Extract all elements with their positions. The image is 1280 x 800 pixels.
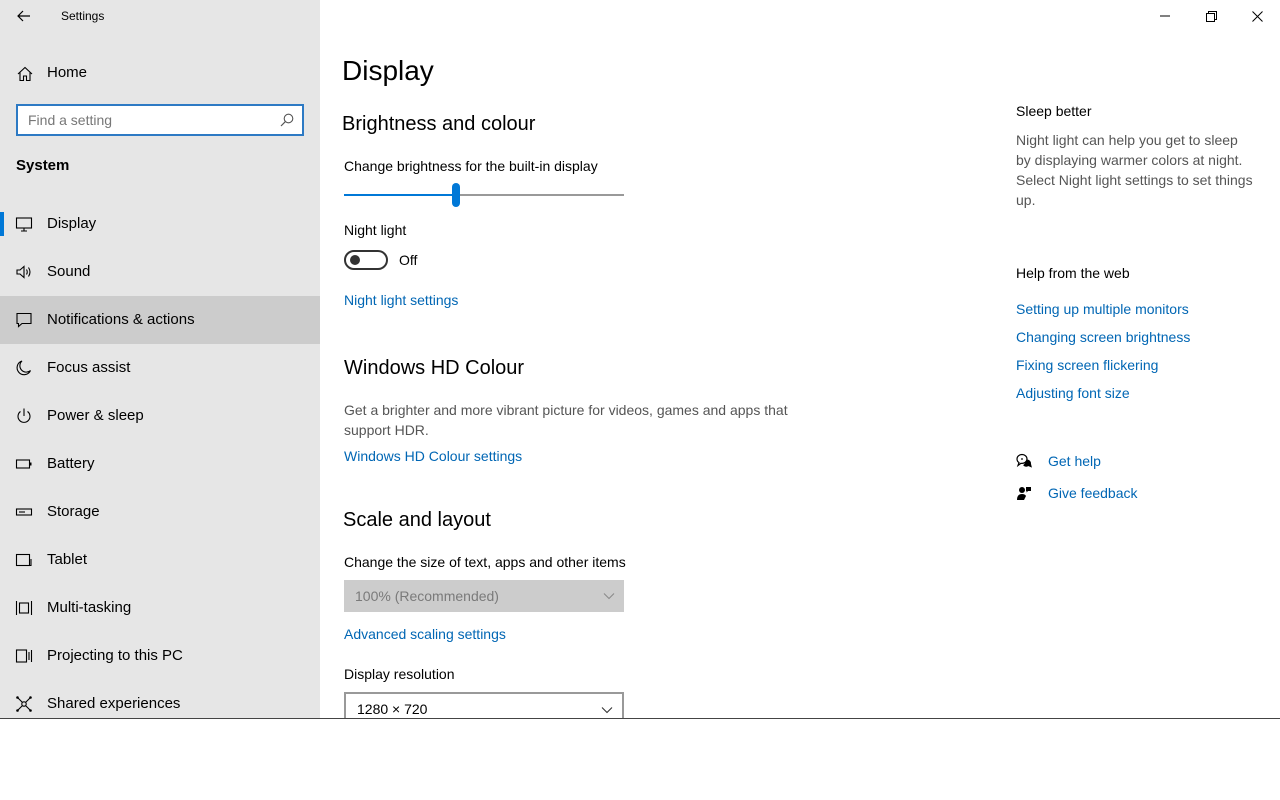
sleep-better-heading: Sleep better bbox=[1016, 103, 1092, 119]
app-title: Settings bbox=[61, 9, 105, 23]
get-help-link[interactable]: Get help bbox=[1016, 452, 1136, 474]
sleep-better-description: Night light can help you get to sleep by… bbox=[1016, 132, 1253, 208]
brightness-heading: Brightness and colour bbox=[342, 113, 536, 135]
sidebar-item-label: Shared experiences bbox=[47, 695, 181, 712]
toggle-knob bbox=[350, 255, 360, 265]
close-button[interactable] bbox=[1234, 0, 1280, 32]
page-title: Display bbox=[342, 55, 434, 86]
scale-label: Change the size of text, apps and other … bbox=[344, 554, 626, 570]
sidebar-item-tablet[interactable]: Tablet bbox=[0, 536, 320, 584]
sidebar-item-label: Home bbox=[47, 64, 88, 81]
sidebar-item-label: Display bbox=[47, 215, 97, 232]
scale-dropdown[interactable]: 100% (Recommended) bbox=[344, 580, 624, 612]
search-input[interactable] bbox=[18, 106, 268, 134]
help-web-heading: Help from the web bbox=[1016, 265, 1130, 281]
slider-thumb[interactable] bbox=[452, 183, 460, 207]
slider-track-filled bbox=[344, 194, 456, 196]
sidebar-item-label: Sound bbox=[47, 263, 91, 280]
shared-icon bbox=[16, 696, 32, 712]
slider-track-empty bbox=[456, 194, 624, 196]
minimize-icon bbox=[1160, 15, 1170, 17]
get-help-label: Get help bbox=[1048, 453, 1101, 469]
sidebar-item-multitasking[interactable]: Multi-tasking bbox=[0, 584, 320, 632]
help-link-font-size[interactable]: Adjusting font size bbox=[1016, 385, 1130, 401]
hdr-description: Get a brighter and more vibrant picture … bbox=[344, 402, 788, 438]
brightness-slider[interactable] bbox=[344, 182, 624, 208]
search-icon[interactable] bbox=[280, 113, 294, 127]
sidebar-item-label: Battery bbox=[47, 455, 95, 472]
resolution-selected-value: 1280 × 720 bbox=[357, 701, 428, 717]
night-light-label: Night light bbox=[344, 222, 407, 238]
sidebar-item-storage[interactable]: Storage bbox=[0, 488, 320, 536]
give-feedback-link[interactable]: Give feedback bbox=[1016, 484, 1156, 506]
sidebar-item-label: Tablet bbox=[47, 551, 88, 568]
sidebar-item-notifications[interactable]: Notifications & actions bbox=[0, 296, 320, 344]
resolution-label: Display resolution bbox=[344, 666, 455, 682]
scale-selected-value: 100% (Recommended) bbox=[355, 588, 499, 604]
minimize-button[interactable] bbox=[1142, 0, 1188, 32]
moon-icon bbox=[16, 360, 32, 376]
feedback-icon bbox=[1017, 487, 1031, 500]
night-light-settings-link[interactable]: Night light settings bbox=[344, 292, 458, 308]
search-box[interactable] bbox=[16, 104, 304, 136]
sidebar-item-label: Projecting to this PC bbox=[47, 647, 183, 664]
battery-icon bbox=[15, 459, 32, 469]
sidebar-item-label: Storage bbox=[47, 503, 100, 520]
resolution-dropdown[interactable]: 1280 × 720 bbox=[344, 692, 624, 719]
help-link-screen-flickering[interactable]: Fixing screen flickering bbox=[1016, 357, 1158, 373]
scale-heading: Scale and layout bbox=[343, 509, 491, 531]
help-link-multiple-monitors[interactable]: Setting up multiple monitors bbox=[1016, 301, 1189, 317]
tablet-icon bbox=[15, 553, 32, 567]
back-button[interactable] bbox=[8, 0, 40, 32]
sidebar-item-label: Notifications & actions bbox=[47, 311, 195, 328]
give-feedback-label: Give feedback bbox=[1048, 485, 1138, 501]
sidebar-item-label: Focus assist bbox=[47, 359, 131, 376]
chevron-down-icon bbox=[601, 707, 613, 714]
sidebar-item-battery[interactable]: Battery bbox=[0, 440, 320, 488]
night-light-toggle[interactable] bbox=[344, 250, 388, 270]
storage-icon bbox=[15, 508, 33, 516]
power-icon bbox=[17, 408, 31, 423]
sidebar-item-power-sleep[interactable]: Power & sleep bbox=[0, 392, 320, 440]
sidebar-item-projecting[interactable]: Projecting to this PC bbox=[0, 632, 320, 680]
sidebar-item-sound[interactable]: Sound bbox=[0, 248, 320, 296]
sidebar-item-home[interactable]: Home bbox=[0, 56, 320, 90]
hdr-heading: Windows HD Colour bbox=[344, 357, 525, 379]
restore-icon bbox=[1205, 10, 1217, 22]
advanced-scaling-link[interactable]: Advanced scaling settings bbox=[344, 626, 506, 642]
home-icon bbox=[17, 66, 33, 82]
window-bottom-border bbox=[0, 718, 1280, 719]
hdr-settings-link[interactable]: Windows HD Colour settings bbox=[344, 448, 522, 464]
close-icon bbox=[1251, 10, 1263, 22]
sidebar-item-shared-experiences[interactable]: Shared experiences bbox=[0, 680, 320, 719]
sidebar-item-display[interactable]: Display bbox=[0, 200, 320, 248]
sidebar: Settings Home System Display bbox=[0, 0, 320, 719]
section-title: System bbox=[16, 157, 70, 174]
sidebar-item-label: Multi-tasking bbox=[47, 599, 132, 616]
restore-button[interactable] bbox=[1188, 0, 1234, 32]
selected-indicator bbox=[0, 212, 4, 236]
notification-icon bbox=[16, 312, 32, 328]
speaker-icon bbox=[16, 265, 31, 279]
sidebar-item-label: Power & sleep bbox=[47, 407, 144, 424]
night-light-state: Off bbox=[399, 252, 418, 268]
settings-window: Settings Home System Display bbox=[0, 0, 1280, 719]
back-arrow-icon bbox=[17, 10, 30, 22]
multitasking-icon bbox=[15, 601, 33, 615]
brightness-label: Change brightness for the built-in displ… bbox=[344, 158, 598, 174]
chevron-down-icon bbox=[603, 593, 615, 600]
get-help-icon bbox=[1016, 453, 1032, 468]
help-link-screen-brightness[interactable]: Changing screen brightness bbox=[1016, 329, 1190, 345]
sidebar-item-focus-assist[interactable]: Focus assist bbox=[0, 344, 320, 392]
monitor-icon bbox=[15, 217, 33, 232]
projecting-icon bbox=[15, 649, 33, 663]
